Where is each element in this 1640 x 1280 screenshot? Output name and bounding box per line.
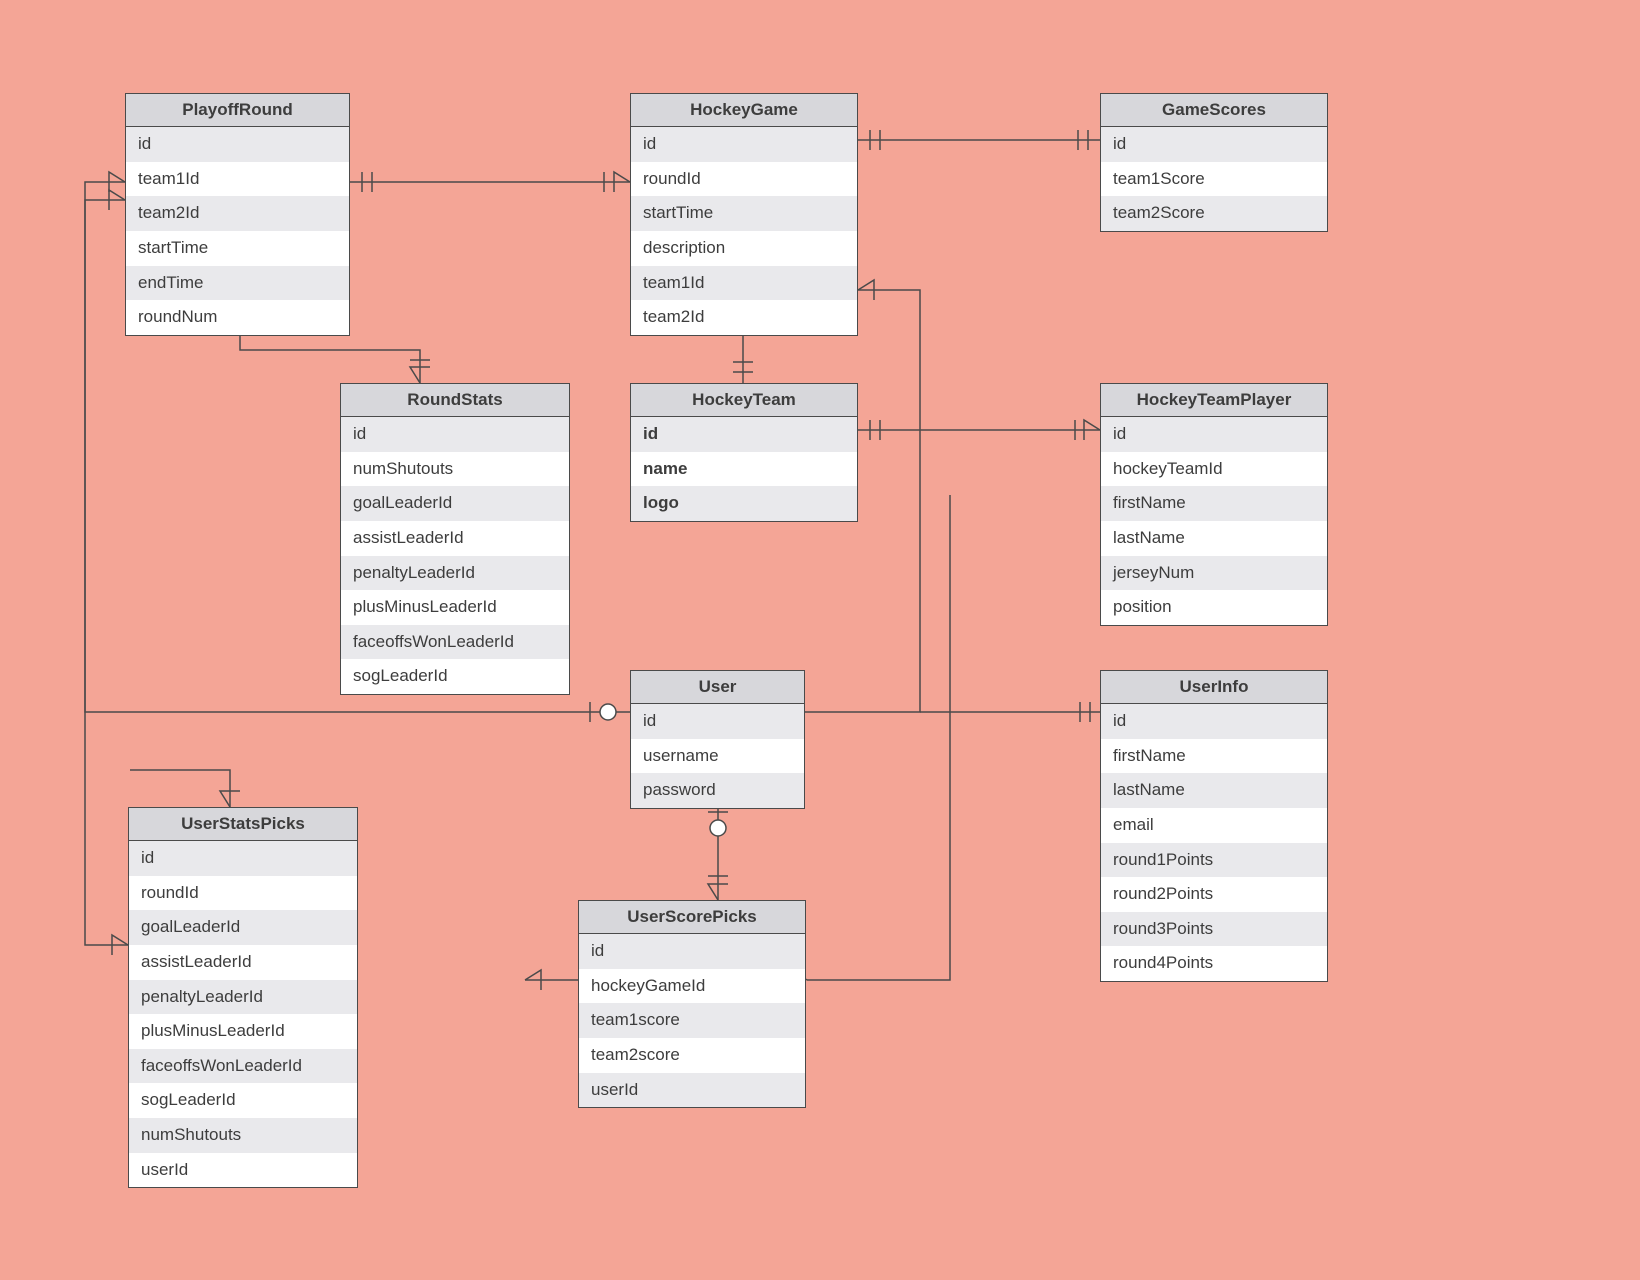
entity-header: GameScores — [1101, 94, 1327, 127]
entity-header: UserStatsPicks — [129, 808, 357, 841]
field: position — [1101, 590, 1327, 625]
field: endTime — [126, 266, 349, 301]
field: id — [1101, 704, 1327, 739]
field: id — [631, 127, 857, 162]
entity-header: HockeyGame — [631, 94, 857, 127]
entity-userstatspicks: UserStatsPicks id roundId goalLeaderId a… — [128, 807, 358, 1188]
field: hockeyTeamId — [1101, 452, 1327, 487]
field: team2Score — [1101, 196, 1327, 231]
field: penaltyLeaderId — [341, 556, 569, 591]
field: team1score — [579, 1003, 805, 1038]
entity-header: UserInfo — [1101, 671, 1327, 704]
field: sogLeaderId — [341, 659, 569, 694]
field: faceoffsWonLeaderId — [129, 1049, 357, 1084]
field: team1Id — [126, 162, 349, 197]
field: goalLeaderId — [341, 486, 569, 521]
field: round4Points — [1101, 946, 1327, 981]
field: team2Id — [126, 196, 349, 231]
entity-gamescores: GameScores id team1Score team2Score — [1100, 93, 1328, 232]
field: password — [631, 773, 804, 808]
field: round1Points — [1101, 843, 1327, 878]
field: username — [631, 739, 804, 774]
entity-header: HockeyTeam — [631, 384, 857, 417]
field: lastName — [1101, 773, 1327, 808]
field: plusMinusLeaderId — [341, 590, 569, 625]
field: userId — [129, 1153, 357, 1188]
field: startTime — [126, 231, 349, 266]
entity-header: HockeyTeamPlayer — [1101, 384, 1327, 417]
field: hockeyGameId — [579, 969, 805, 1004]
field: id — [631, 417, 857, 452]
entity-userinfo: UserInfo id firstName lastName email rou… — [1100, 670, 1328, 982]
entity-hockeygame: HockeyGame id roundId startTime descript… — [630, 93, 858, 336]
field: plusMinusLeaderId — [129, 1014, 357, 1049]
entity-userscorepicks: UserScorePicks id hockeyGameId team1scor… — [578, 900, 806, 1108]
field: sogLeaderId — [129, 1083, 357, 1118]
field: team1Id — [631, 266, 857, 301]
entity-user: User id username password — [630, 670, 805, 809]
field: name — [631, 452, 857, 487]
field: team2score — [579, 1038, 805, 1073]
field: id — [129, 841, 357, 876]
field: roundId — [129, 876, 357, 911]
field: roundId — [631, 162, 857, 197]
field: jerseyNum — [1101, 556, 1327, 591]
field: faceoffsWonLeaderId — [341, 625, 569, 660]
field: lastName — [1101, 521, 1327, 556]
field: team2Id — [631, 300, 857, 335]
field: userId — [579, 1073, 805, 1108]
field: penaltyLeaderId — [129, 980, 357, 1015]
entity-roundstats: RoundStats id numShutouts goalLeaderId a… — [340, 383, 570, 695]
field: startTime — [631, 196, 857, 231]
entity-hockeyteam: HockeyTeam id name logo — [630, 383, 858, 522]
field: firstName — [1101, 739, 1327, 774]
entity-header: UserScorePicks — [579, 901, 805, 934]
field: firstName — [1101, 486, 1327, 521]
field: goalLeaderId — [129, 910, 357, 945]
field: numShutouts — [129, 1118, 357, 1153]
field: logo — [631, 486, 857, 521]
field: numShutouts — [341, 452, 569, 487]
field: id — [1101, 127, 1327, 162]
field: description — [631, 231, 857, 266]
field: team1Score — [1101, 162, 1327, 197]
entity-header: RoundStats — [341, 384, 569, 417]
field: id — [1101, 417, 1327, 452]
field: roundNum — [126, 300, 349, 335]
entity-header: User — [631, 671, 804, 704]
field: email — [1101, 808, 1327, 843]
entity-header: PlayoffRound — [126, 94, 349, 127]
er-diagram-canvas: PlayoffRound id team1Id team2Id startTim… — [0, 0, 1640, 1280]
field: id — [579, 934, 805, 969]
field: assistLeaderId — [341, 521, 569, 556]
field: id — [341, 417, 569, 452]
entity-hockeyteamplayer: HockeyTeamPlayer id hockeyTeamId firstNa… — [1100, 383, 1328, 626]
field: assistLeaderId — [129, 945, 357, 980]
field: round3Points — [1101, 912, 1327, 947]
field: id — [631, 704, 804, 739]
entity-playoffround: PlayoffRound id team1Id team2Id startTim… — [125, 93, 350, 336]
field: round2Points — [1101, 877, 1327, 912]
field: id — [126, 127, 349, 162]
